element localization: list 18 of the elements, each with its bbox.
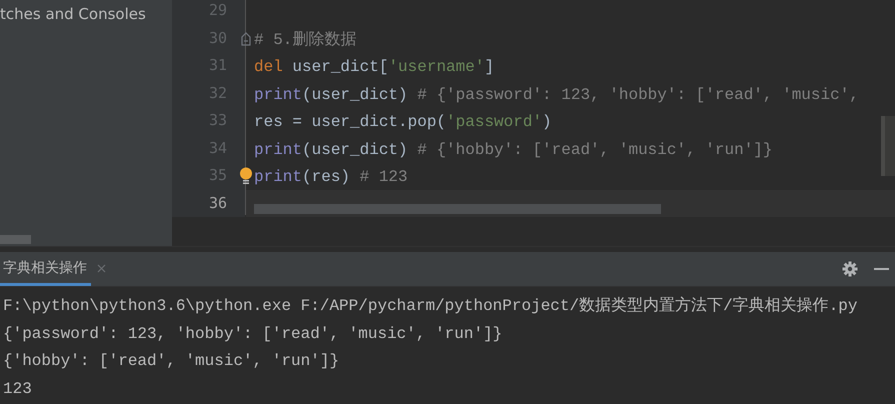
console-line: {'password': 123, 'hobby': ['read', 'music', 'run']} [2, 324, 504, 344]
close-icon[interactable] [97, 264, 106, 272]
fold-icon[interactable] [241, 32, 251, 46]
console-line: F:\python\python3.6\python.exe F:/APP/pycharm/pythonProject/数据类型内置方法下/字典相关操作.py [2, 296, 858, 317]
code-line: print(user_dict) # {'hobby': ['read', 'music', 'run']} [254, 140, 772, 158]
sidebar-item[interactable]: tches and Consoles [0, 0, 172, 23]
scroll-marker-strip [881, 116, 895, 176]
scrollbar-thumb[interactable] [0, 235, 31, 244]
lightbulb-icon[interactable] [239, 167, 253, 185]
settings-icon[interactable] [842, 261, 858, 277]
code-line: res = user_dict.pop('password') [254, 113, 552, 131]
code-line: print(res) # 123 [254, 168, 408, 186]
scrollbar-thumb[interactable] [254, 204, 661, 214]
console-line: {'hobby': ['read', 'music', 'run']} [2, 351, 340, 372]
console-line: 123 [2, 378, 33, 400]
code-line: del user_dict['username'] [254, 58, 494, 76]
code-line: # 5.删除数据 [254, 30, 356, 48]
code-line: print(user_dict) # {'password': 123, 'hobby': ['read', 'music', [254, 86, 859, 104]
